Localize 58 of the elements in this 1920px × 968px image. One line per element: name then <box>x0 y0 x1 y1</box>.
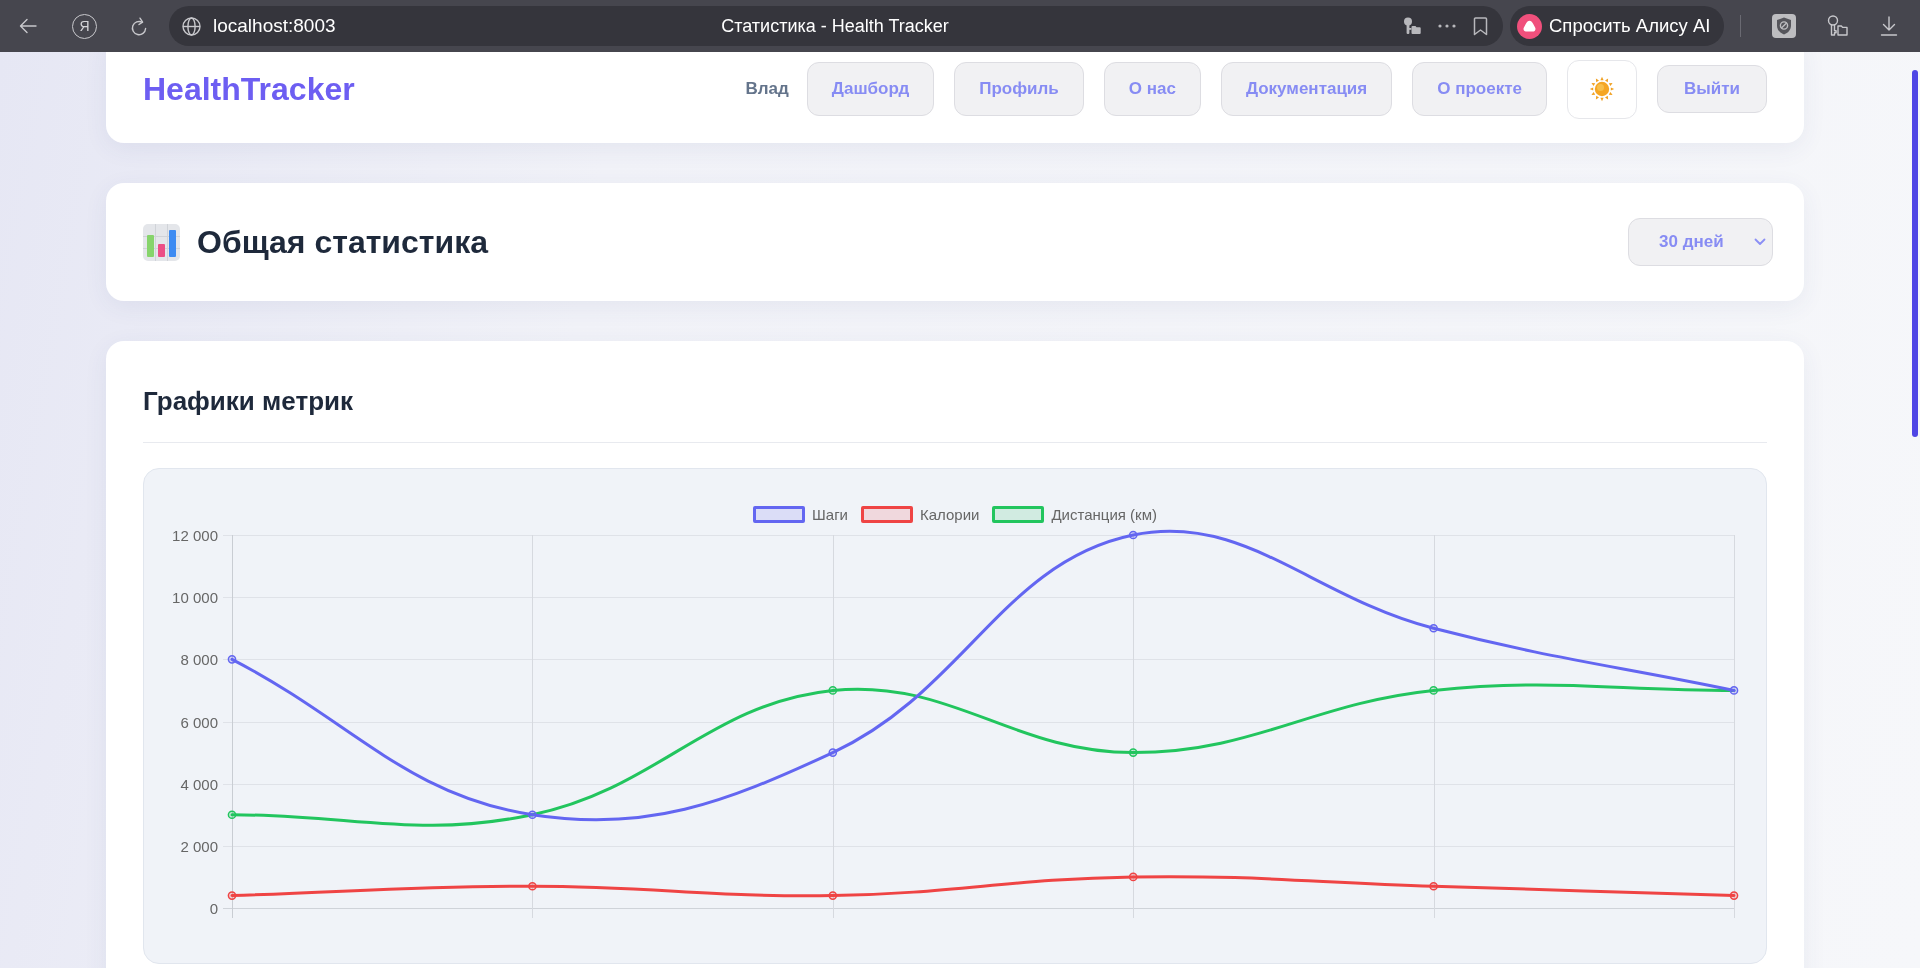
y-axis-label: 12 000 <box>172 527 218 544</box>
data-point <box>1128 748 1138 757</box>
bookmark-icon[interactable] <box>1473 16 1488 36</box>
user-name: Влад <box>745 79 789 99</box>
nav-button[interactable]: Профиль <box>954 62 1084 116</box>
period-select[interactable]: 30 дней <box>1628 218 1773 266</box>
reload-icon[interactable] <box>130 16 148 36</box>
bubble-icon <box>1517 13 1542 39</box>
data-point <box>1429 623 1438 633</box>
scrollbar-thumb[interactable] <box>1912 70 1918 437</box>
app-logo[interactable]: HealthTracker <box>143 70 355 108</box>
page-title: Статистика - Health Tracker <box>721 15 949 37</box>
data-point <box>227 810 237 820</box>
nav-button[interactable]: О проекте <box>1412 62 1547 116</box>
logout-button[interactable]: Выйти <box>1656 65 1767 113</box>
url-text[interactable]: localhost:8003 <box>213 15 336 37</box>
data-point <box>1128 872 1138 882</box>
legend-label[interactable]: Шаги <box>812 505 848 523</box>
sun-icon <box>1588 76 1615 102</box>
globe-icon <box>182 16 201 36</box>
legend-label[interactable]: Дистанция (км) <box>1051 505 1157 523</box>
legend-label[interactable]: Калории <box>920 505 980 523</box>
nav-button[interactable]: Дашборд <box>806 62 935 116</box>
data-point <box>1729 891 1739 900</box>
data-point <box>828 686 838 695</box>
data-point <box>828 748 838 757</box>
page-heading: Общая статистика <box>197 223 488 261</box>
back-arrow-icon[interactable] <box>19 18 37 34</box>
data-point <box>227 655 237 664</box>
data-point <box>1128 530 1138 540</box>
legend-swatch-icon <box>992 505 1045 523</box>
assistant-button[interactable]: Спросить Алису AI <box>1510 6 1725 46</box>
data-point <box>227 891 237 900</box>
data-point <box>528 810 537 820</box>
data-point <box>1429 881 1438 891</box>
download-icon[interactable] <box>1880 16 1898 36</box>
data-point <box>1729 686 1739 695</box>
y-axis-label: 6 000 <box>180 714 218 731</box>
bar-chart-icon <box>143 223 180 261</box>
data-point <box>1429 686 1438 695</box>
key-folder-icon[interactable] <box>1403 17 1421 35</box>
y-axis-label: 0 <box>209 900 218 917</box>
shield-tile-icon[interactable] <box>1772 14 1796 38</box>
section-title: Графики метрик <box>143 386 354 416</box>
data-point <box>828 891 838 900</box>
nav-button[interactable]: О нас <box>1103 62 1201 116</box>
y-axis-label: 8 000 <box>180 651 218 668</box>
legend-swatch-icon <box>753 505 806 523</box>
nav-button[interactable]: Документация <box>1220 62 1393 116</box>
key-folder-icon[interactable] <box>1827 15 1849 37</box>
chevron-down-icon <box>1754 238 1766 246</box>
y-axis-label: 10 000 <box>172 589 218 606</box>
legend-swatch-icon <box>861 505 913 523</box>
data-point <box>528 881 537 891</box>
more-dots-icon[interactable] <box>1438 24 1456 28</box>
y-axis-label: 2 000 <box>180 838 218 855</box>
theme-toggle-button[interactable] <box>1566 59 1637 119</box>
y-axis-label: 4 000 <box>180 776 218 793</box>
